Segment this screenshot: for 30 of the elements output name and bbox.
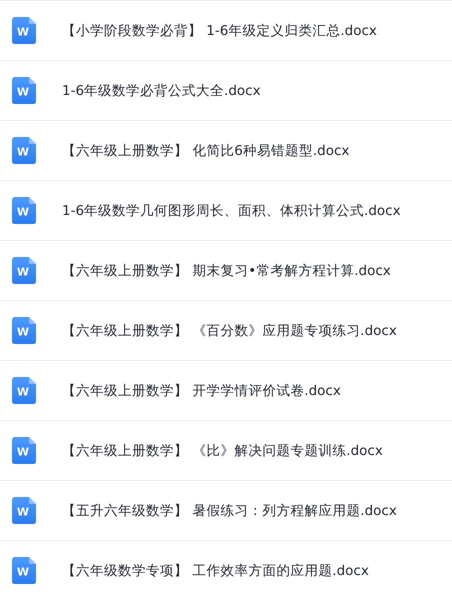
word-document-icon: W — [12, 437, 36, 464]
file-name: 【六年级数学专项】 工作效率方面的应用题.docx — [62, 562, 369, 580]
word-document-icon: W — [12, 317, 36, 344]
file-name: 【六年级上册数学】 期末复习•常考解方程计算.docx — [62, 262, 391, 280]
file-row[interactable]: W 【六年级上册数学】 开学学情评价试卷.docx — [0, 360, 452, 420]
file-row[interactable]: W 【六年级数学专项】 工作效率方面的应用题.docx — [0, 540, 452, 600]
file-row[interactable]: W 【小学阶段数学必背】 1-6年级定义归类汇总.docx — [0, 0, 452, 60]
file-name: 【六年级上册数学】 《百分数》应用题专项练习.docx — [62, 322, 397, 340]
file-row[interactable]: W 【六年级上册数学】 《比》解决问题专题训练.docx — [0, 420, 452, 480]
file-name: 【六年级上册数学】 开学学情评价试卷.docx — [62, 382, 341, 400]
file-row[interactable]: W 【五升六年级数学】 暑假练习：列方程解应用题.docx — [0, 480, 452, 540]
file-row[interactable]: W 【六年级上册数学】 期末复习•常考解方程计算.docx — [0, 240, 452, 300]
file-name: 1-6年级数学几何图形周长、面积、体积计算公式.docx — [62, 202, 401, 220]
file-name: 1-6年级数学必背公式大全.docx — [62, 82, 261, 100]
file-row[interactable]: W 1-6年级数学必背公式大全.docx — [0, 60, 452, 120]
file-row[interactable]: W 1-6年级数学几何图形周长、面积、体积计算公式.docx — [0, 180, 452, 240]
file-row[interactable]: W 【六年级上册数学】 化简比6种易错题型.docx — [0, 120, 452, 180]
word-document-icon: W — [12, 557, 36, 584]
word-document-icon: W — [12, 77, 36, 104]
file-name: 【六年级上册数学】 《比》解决问题专题训练.docx — [62, 442, 383, 460]
file-name: 【小学阶段数学必背】 1-6年级定义归类汇总.docx — [62, 22, 377, 40]
file-name: 【五升六年级数学】 暑假练习：列方程解应用题.docx — [62, 502, 397, 520]
word-document-icon: W — [12, 497, 36, 524]
word-document-icon: W — [12, 17, 36, 44]
file-row[interactable]: W 【六年级上册数学】 《百分数》应用题专项练习.docx — [0, 300, 452, 360]
word-document-icon: W — [12, 257, 36, 284]
word-document-icon: W — [12, 377, 36, 404]
word-document-icon: W — [12, 137, 36, 164]
file-name: 【六年级上册数学】 化简比6种易错题型.docx — [62, 142, 350, 160]
word-document-icon: W — [12, 197, 36, 224]
